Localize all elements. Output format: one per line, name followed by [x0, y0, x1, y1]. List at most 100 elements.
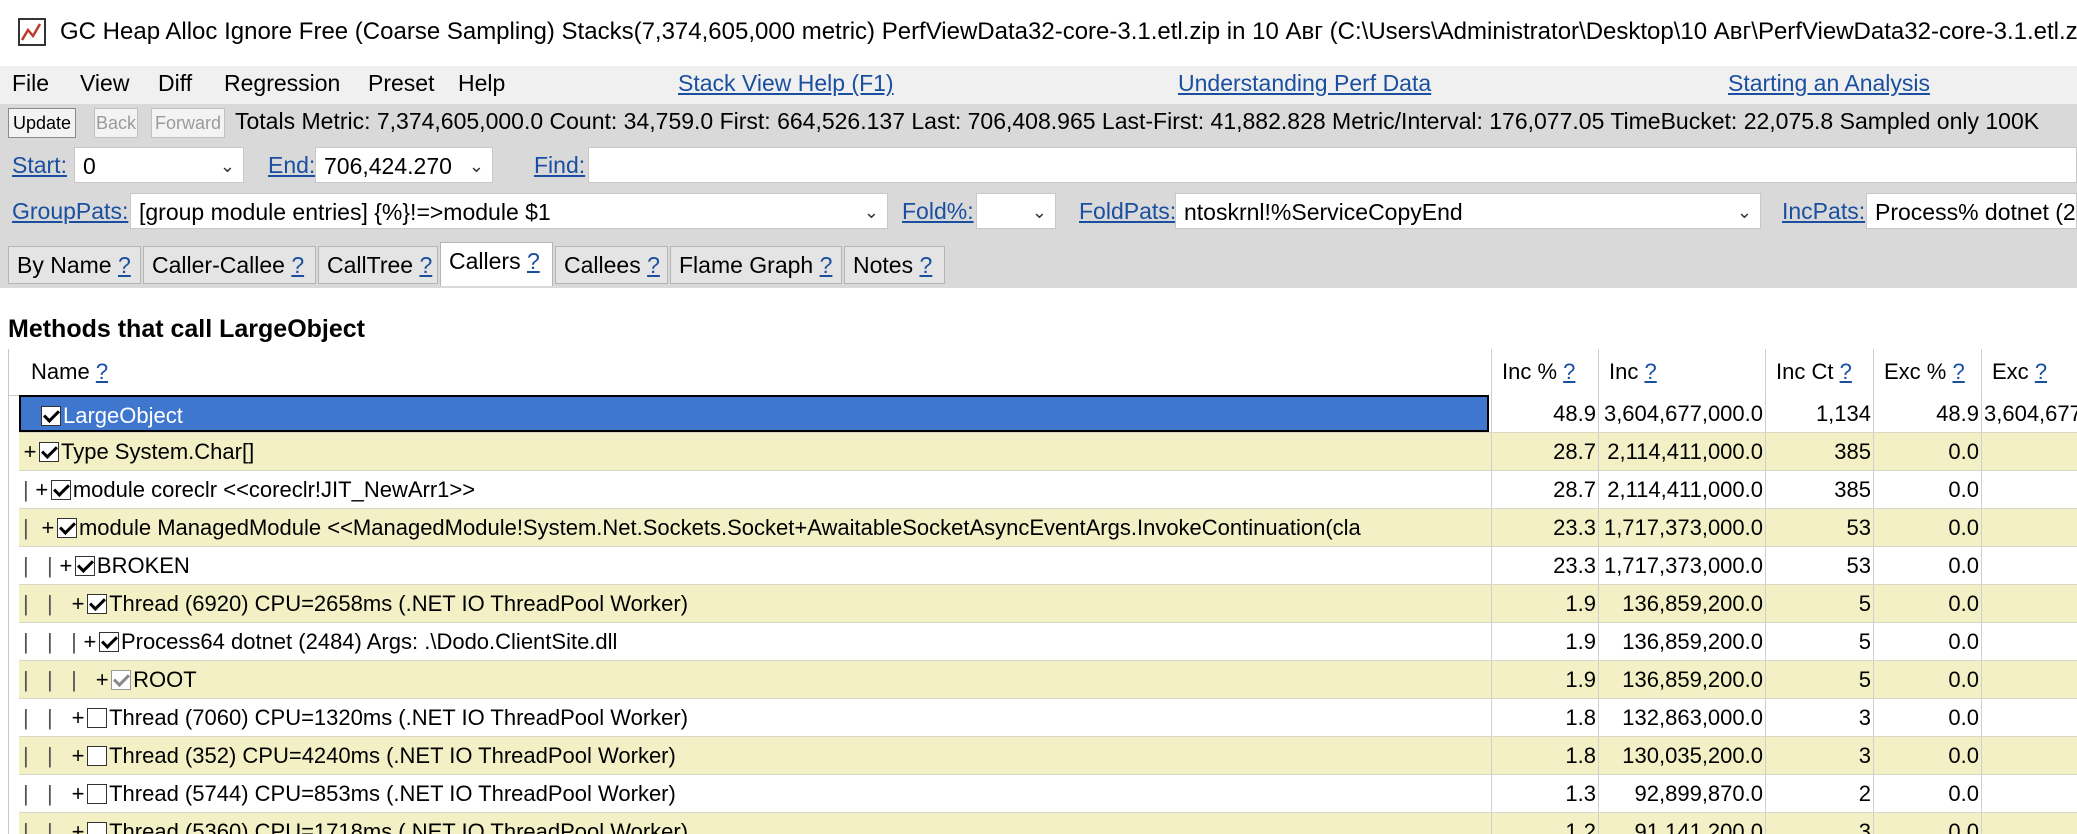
foldpats-label[interactable]: FoldPats:	[1079, 198, 1176, 225]
tab-by-name[interactable]: By Name ?	[8, 246, 141, 284]
update-button[interactable]: Update	[8, 108, 76, 138]
tab-help-link[interactable]: ?	[919, 252, 932, 278]
name-cell[interactable]: | | | + ROOT	[19, 661, 1489, 698]
tab-notes[interactable]: Notes ?	[844, 246, 945, 284]
name-cell[interactable]: | + module ManagedModule <<ManagedModule!…	[19, 509, 1489, 546]
understanding-perf-data-link[interactable]: Understanding Perf Data	[1178, 70, 1431, 97]
table-row[interactable]: | + module ManagedModule <<ManagedModule!…	[19, 509, 2077, 547]
name-cell[interactable]: | | | + Process64 dotnet (2484) Args: .\D…	[19, 623, 1489, 660]
foldpats-input[interactable]: ntoskrnl!%ServiceCopyEnd ⌄	[1175, 193, 1761, 229]
column-header-inc-percent[interactable]: Inc % ?	[1491, 349, 1598, 395]
end-input[interactable]: 706,424.270 ⌄	[315, 147, 493, 183]
start-input[interactable]: 0 ⌄	[74, 147, 244, 183]
column-help-link[interactable]: ?	[1840, 359, 1852, 384]
tab-callees[interactable]: Callees ?	[555, 246, 668, 284]
expand-toggle[interactable]: +	[83, 623, 97, 660]
expand-toggle[interactable]: +	[71, 813, 85, 834]
row-checkbox[interactable]	[87, 745, 108, 766]
expand-toggle[interactable]: +	[35, 471, 49, 508]
grouppats-input[interactable]: [group module entries] {%}!=>module $1 ⌄	[130, 193, 888, 229]
row-checkbox[interactable]	[87, 593, 108, 614]
expand-toggle[interactable]: +	[41, 509, 55, 546]
find-input[interactable]	[588, 147, 2077, 183]
row-checkbox[interactable]	[50, 479, 71, 500]
expand-toggle[interactable]: +	[59, 547, 73, 584]
name-cell[interactable]: + Type System.Char[]	[19, 433, 1489, 470]
row-checkbox[interactable]	[87, 707, 108, 728]
incpats-label[interactable]: IncPats:	[1782, 198, 1865, 225]
menu-regression[interactable]: Regression	[224, 70, 340, 97]
table-row[interactable]: + Type System.Char[] 28.7 2,114,411,000.0 38…	[19, 433, 2077, 471]
row-checkbox[interactable]	[41, 405, 61, 426]
table-row[interactable]: | | + Thread (352) CPU=4240ms (.NET IO Th…	[19, 737, 2077, 775]
table-row[interactable]: LargeObject 48.9 3,604,677,000.0 1,134 48.9 3…	[19, 395, 2077, 433]
row-checkbox[interactable]	[74, 555, 95, 576]
tab-help-link[interactable]: ?	[647, 252, 660, 278]
tab-help-link[interactable]: ?	[118, 252, 131, 278]
name-cell[interactable]: | | + Thread (5744) CPU=853ms (.NET IO Th…	[19, 775, 1489, 812]
row-checkbox[interactable]	[39, 441, 59, 462]
start-label[interactable]: Start:	[12, 152, 67, 179]
expand-toggle[interactable]: +	[71, 699, 85, 736]
starting-an-analysis-link[interactable]: Starting an Analysis	[1728, 70, 1930, 97]
expand-toggle[interactable]: +	[71, 585, 85, 622]
tab-flame-graph[interactable]: Flame Graph ?	[670, 246, 842, 284]
stack-view-help-link[interactable]: Stack View Help (F1)	[678, 70, 894, 97]
expand-toggle[interactable]: +	[95, 661, 109, 698]
tab-help-link[interactable]: ?	[527, 248, 540, 274]
menu-preset[interactable]: Preset	[368, 70, 434, 97]
row-checkbox[interactable]	[87, 783, 108, 804]
tab-help-link[interactable]: ?	[820, 252, 833, 278]
table-row[interactable]: | | + BROKEN 23.3 1,717,373,000.0 53 0.0	[19, 547, 2077, 585]
name-cell[interactable]: | | + BROKEN	[19, 547, 1489, 584]
tab-help-link[interactable]: ?	[419, 252, 432, 278]
name-cell[interactable]: | | + Thread (5360) CPU=1718ms (.NET IO T…	[19, 813, 1489, 834]
column-header-inc[interactable]: Inc ?	[1598, 349, 1765, 395]
grouppats-label[interactable]: GroupPats:	[12, 198, 128, 225]
fold-percent-label[interactable]: Fold%:	[902, 198, 974, 225]
column-header-exc[interactable]: Exc ?	[1981, 349, 2077, 395]
name-cell[interactable]: | | + Thread (7060) CPU=1320ms (.NET IO T…	[19, 699, 1489, 736]
column-header-inc-ct[interactable]: Inc Ct ?	[1765, 349, 1873, 395]
tab-calltree[interactable]: CallTree ?	[318, 246, 438, 284]
column-header-exc-percent[interactable]: Exc % ?	[1873, 349, 1981, 395]
table-row[interactable]: | | | + Process64 dotnet (2484) Args: .\D…	[19, 623, 2077, 661]
table-row[interactable]: | | | + ROOT 1.9 136,859,200.0 5 0.0	[19, 661, 2077, 699]
table-row[interactable]: | | + Thread (6920) CPU=2658ms (.NET IO T…	[19, 585, 2077, 623]
tab-help-link[interactable]: ?	[291, 252, 304, 278]
menu-help[interactable]: Help	[458, 70, 505, 97]
find-label[interactable]: Find:	[534, 152, 585, 179]
expand-toggle[interactable]: +	[23, 433, 37, 470]
table-row[interactable]: | | + Thread (7060) CPU=1320ms (.NET IO T…	[19, 699, 2077, 737]
table-row[interactable]: | | + Thread (5360) CPU=1718ms (.NET IO T…	[19, 813, 2077, 834]
table-row[interactable]: | + module coreclr <<coreclr!JIT_NewArr1>…	[19, 471, 2077, 509]
tab-callers[interactable]: Callers ?	[440, 242, 553, 286]
column-help-link[interactable]: ?	[2035, 359, 2047, 384]
column-help-link[interactable]: ?	[96, 359, 108, 384]
menu-file[interactable]: File	[12, 70, 49, 97]
row-checkbox[interactable]	[98, 631, 119, 652]
column-help-link[interactable]: ?	[1952, 359, 1964, 384]
name-cell[interactable]: | + module coreclr <<coreclr!JIT_NewArr1>…	[19, 471, 1489, 508]
row-checkbox[interactable]	[87, 821, 108, 834]
column-help-link[interactable]: ?	[1644, 359, 1656, 384]
fold-percent-input[interactable]: ⌄	[976, 193, 1056, 229]
expand-toggle[interactable]: +	[71, 737, 85, 774]
row-checkbox[interactable]	[111, 669, 132, 690]
expand-toggle[interactable]: +	[71, 775, 85, 812]
table-row[interactable]: | | + Thread (5744) CPU=853ms (.NET IO Th…	[19, 775, 2077, 813]
menu-diff[interactable]: Diff	[158, 70, 192, 97]
name-cell[interactable]: LargeObject	[19, 395, 1489, 432]
inc-percent-cell: 48.9	[1491, 395, 1598, 432]
row-checkbox[interactable]	[56, 517, 77, 538]
forward-button[interactable]: Forward	[151, 108, 225, 138]
end-label[interactable]: End:	[268, 152, 315, 179]
back-button[interactable]: Back	[94, 108, 138, 138]
tab-caller-callee[interactable]: Caller-Callee ?	[143, 246, 316, 284]
name-cell[interactable]: | | + Thread (6920) CPU=2658ms (.NET IO T…	[19, 585, 1489, 622]
incpats-input[interactable]: Process% dotnet (2	[1866, 193, 2077, 229]
menu-view[interactable]: View	[80, 70, 129, 97]
column-help-link[interactable]: ?	[1563, 359, 1575, 384]
name-cell[interactable]: | | + Thread (352) CPU=4240ms (.NET IO Th…	[19, 737, 1489, 774]
column-header-name[interactable]: Name ?	[21, 349, 1491, 395]
